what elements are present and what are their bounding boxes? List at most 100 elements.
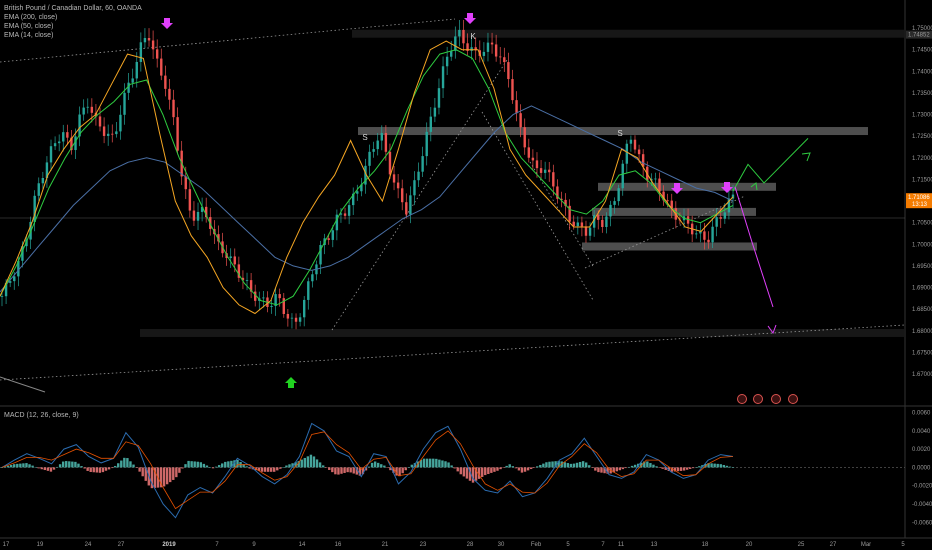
macd-histogram-bar [600, 467, 603, 473]
high-price-label: 1.74852 [908, 33, 930, 39]
candle-body [376, 140, 379, 150]
pattern-label: S [362, 133, 367, 142]
macd-histogram-bar [196, 461, 199, 468]
candle-body [172, 99, 175, 118]
macd-histogram-bar [86, 467, 89, 471]
candle-body [548, 169, 551, 173]
macd-histogram-bar [465, 467, 469, 479]
candle-body [494, 44, 498, 57]
candle-body [262, 297, 265, 299]
macd-histogram-bar [646, 461, 649, 468]
trend-line [481, 111, 594, 301]
candle-body [413, 180, 416, 196]
price-tick-label: 1.72500 [912, 134, 932, 140]
macd-tick-label: 0.0000 [912, 465, 931, 471]
macd-histogram-bar [410, 464, 414, 468]
macd-histogram-bar [214, 466, 218, 468]
candle-body [147, 38, 151, 41]
macd-histogram-bar [624, 467, 628, 469]
price-zone [582, 242, 757, 251]
candle-body [155, 49, 159, 59]
candle-body [523, 127, 526, 148]
macd-histogram-bar [199, 462, 203, 468]
macd-histogram-bar [83, 467, 86, 469]
candle-body [278, 294, 281, 299]
macd-histogram-bar [16, 463, 19, 468]
macd-histogram-bar [208, 467, 212, 468]
time-tick-label: Feb [531, 542, 542, 548]
macd-histogram-bar [52, 467, 56, 470]
time-tick-label: 5 [566, 542, 570, 548]
price-tick-label: 1.73500 [912, 91, 932, 97]
macd-histogram-bar [92, 467, 95, 473]
price-tick-label: 1.72000 [912, 156, 932, 162]
macd-histogram-bar [269, 467, 273, 472]
candle-body [343, 213, 347, 216]
trend-line [0, 376, 46, 393]
macd-histogram-bar [303, 457, 306, 468]
candle-body [196, 211, 200, 221]
price-tick-label: 1.73000 [912, 113, 932, 119]
time-tick-label: 2019 [162, 542, 176, 548]
macd-histogram-bar [444, 461, 447, 468]
macd-histogram-bar [462, 467, 466, 477]
time-tick-label: 13 [651, 542, 658, 548]
macd-tick-label: 0.0040 [912, 429, 931, 435]
macd-histogram-bar [113, 465, 117, 468]
event-icon [771, 394, 781, 404]
candle-body [384, 133, 388, 152]
macd-histogram-bar [65, 461, 68, 468]
macd-histogram-bar [539, 464, 542, 468]
price-tick-label: 1.67500 [912, 350, 932, 356]
candle-body [503, 57, 506, 63]
macd-histogram-bar [450, 465, 453, 468]
candle-body [298, 317, 302, 322]
macd-histogram-bar [318, 462, 322, 468]
candle-body [188, 189, 192, 211]
macd-histogram-bar [71, 461, 74, 468]
candle-body [433, 107, 437, 117]
price-chart[interactable]: 1.750001.745001.740001.735001.730001.725… [0, 0, 932, 550]
macd-histogram-bar [502, 467, 505, 468]
candle-body [715, 217, 718, 227]
candle-body [290, 317, 294, 319]
macd-histogram-bar [43, 467, 47, 471]
macd-histogram-bar [190, 461, 193, 468]
candle-body [613, 201, 616, 205]
macd-histogram-bar [529, 467, 533, 470]
candle-body [437, 88, 441, 108]
macd-histogram-bar [511, 466, 514, 468]
macd-histogram-bar [551, 461, 554, 468]
macd-histogram-bar [422, 458, 426, 468]
macd-histogram-bar [710, 463, 713, 468]
macd-histogram-bar [162, 467, 166, 487]
candle-body [392, 174, 396, 183]
macd-histogram-bar [716, 463, 719, 468]
event-icon [737, 394, 747, 404]
candle-body [421, 156, 424, 172]
time-tick-label: 24 [85, 542, 92, 548]
macd-histogram-bar [193, 461, 196, 468]
macd-histogram-bar [165, 467, 169, 485]
macd-histogram-bar [260, 467, 264, 472]
macd-histogram-bar [487, 467, 490, 475]
macd-histogram-bar [328, 467, 331, 470]
macd-histogram-bar [566, 463, 570, 468]
candle-body [131, 78, 134, 83]
macd-histogram-bar [438, 459, 441, 468]
candle-body [53, 143, 57, 147]
price-tick-label: 1.71500 [912, 177, 932, 183]
candle-body [470, 47, 473, 51]
candle-body [507, 62, 510, 80]
candle-body [552, 172, 555, 187]
candle-body [368, 151, 371, 166]
macd-histogram-bar [490, 467, 493, 473]
candle-body [723, 212, 727, 219]
macd-histogram-bar [306, 456, 310, 468]
macd-histogram-bar [138, 467, 141, 472]
candle-body [98, 116, 102, 127]
macd-histogram-bar [123, 457, 126, 468]
macd-histogram-bar [288, 464, 291, 468]
macd-histogram-bar [205, 465, 209, 468]
macd-histogram-bar [331, 467, 334, 473]
